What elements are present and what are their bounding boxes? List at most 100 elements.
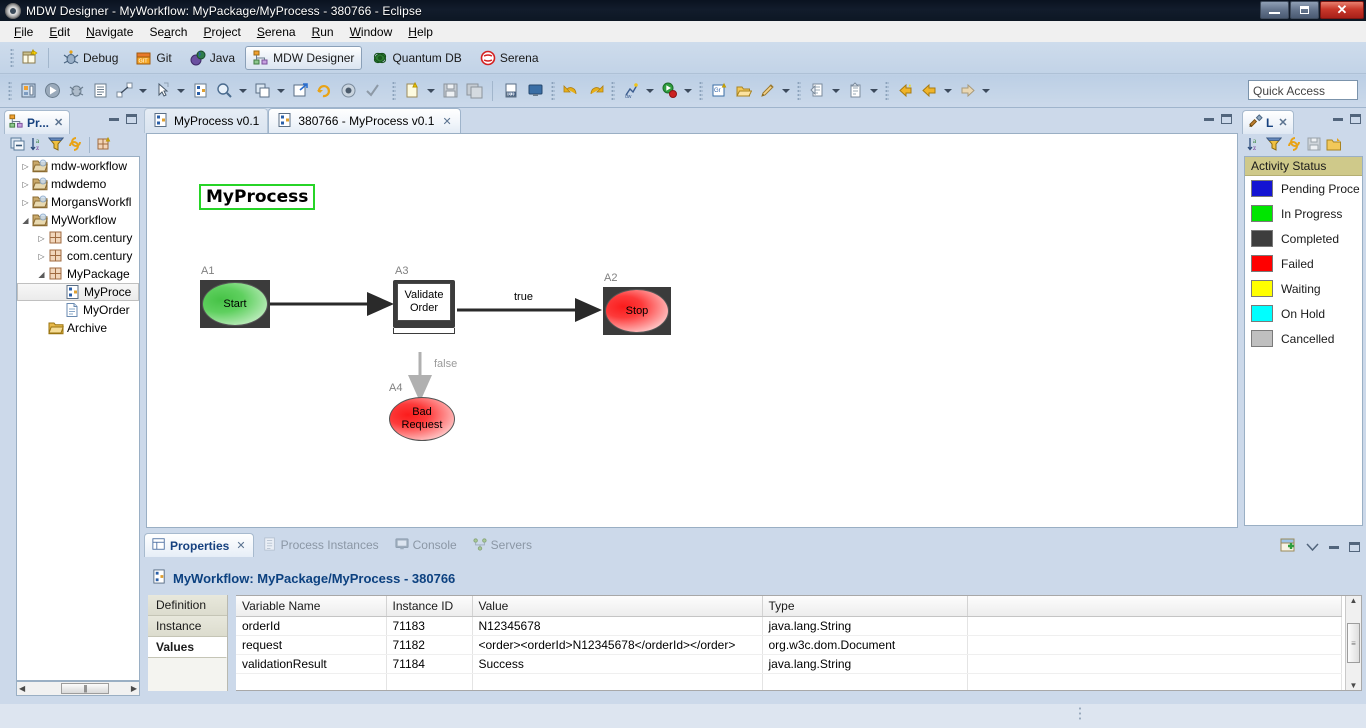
chevron-down-icon[interactable]: ◢ — [19, 216, 32, 225]
perspective-debug[interactable]: Debug — [55, 46, 126, 70]
diagram-canvas[interactable]: MyProcess A1 Start A3 Validate Order A2 … — [146, 133, 1238, 528]
column-header-type[interactable]: Type — [762, 596, 968, 617]
tree-item-mdw-workflow[interactable]: ▷ mdw-workflow — [17, 157, 139, 175]
next-dropdown-arrow[interactable] — [832, 88, 840, 93]
menu-help[interactable]: Help — [400, 23, 441, 41]
chevron-right-icon[interactable]: ▷ — [19, 162, 32, 171]
new-dropdown-arrow[interactable] — [427, 88, 435, 93]
tree-item-mypackage[interactable]: ◢ MyPackage — [17, 265, 139, 283]
quick-access-input[interactable]: Quick Access — [1248, 80, 1358, 100]
close-icon[interactable]: ✕ — [236, 539, 245, 552]
editor-tab-inactive[interactable]: MyProcess v0.1 — [144, 108, 269, 133]
project-tree-hscrollbar[interactable]: ◀ ||| ▶ — [16, 681, 140, 696]
tab-activity-legend[interactable]: L ✕ — [1242, 110, 1294, 134]
open-icon[interactable] — [1326, 136, 1342, 155]
tree-item-com-century[interactable]: ▷ com.century — [17, 229, 139, 247]
refresh-icon[interactable] — [1286, 136, 1302, 155]
minimize-icon[interactable] — [1204, 117, 1214, 121]
new-file-icon[interactable] — [401, 80, 423, 102]
menu-edit[interactable]: Edit — [41, 23, 78, 41]
perspective-java[interactable]: Java — [182, 46, 243, 70]
select-dropdown-arrow[interactable] — [177, 88, 185, 93]
save-all-icon[interactable] — [463, 80, 485, 102]
annotate-dropdown-arrow[interactable] — [782, 88, 790, 93]
forward-dropdown-arrow[interactable] — [982, 88, 990, 93]
collapse-all-icon[interactable] — [10, 136, 26, 155]
print-icon[interactable]: 010 — [500, 80, 522, 102]
scroll-up-icon[interactable]: ▲ — [1350, 596, 1358, 605]
variable-values-grid[interactable]: Variable Name Instance ID Value Type orderI… — [236, 595, 1362, 691]
chevron-right-icon[interactable]: ▷ — [35, 234, 48, 243]
tree-item-myworkflow[interactable]: ◢ MyWorkflow — [17, 211, 139, 229]
close-icon[interactable]: ✕ — [54, 116, 63, 129]
back-icon[interactable] — [918, 80, 940, 102]
export-icon[interactable] — [289, 80, 311, 102]
new-transition-icon[interactable] — [113, 80, 135, 102]
tree-item-myorder[interactable]: MyOrder — [17, 301, 139, 319]
toolbar-grip[interactable] — [10, 47, 14, 68]
copy-view-icon[interactable] — [251, 80, 273, 102]
column-header-instance-id[interactable]: Instance ID — [386, 596, 473, 617]
maximize-icon[interactable] — [1349, 542, 1360, 552]
link-with-editor-icon[interactable] — [67, 136, 83, 155]
new-process-icon[interactable] — [17, 80, 39, 102]
open-perspective-button[interactable] — [19, 47, 41, 69]
filter-icon[interactable] — [1265, 136, 1283, 155]
perspective-serena[interactable]: Serena — [472, 46, 547, 70]
close-icon[interactable]: ✕ — [442, 115, 451, 128]
next-annotation-icon[interactable] — [806, 80, 828, 102]
column-header-blank[interactable] — [967, 596, 1342, 617]
side-tab-values[interactable]: Values — [148, 637, 227, 658]
save-icon[interactable] — [1306, 136, 1322, 155]
copy-dropdown-arrow[interactable] — [277, 88, 285, 93]
profile-icon[interactable]: dw — [620, 80, 642, 102]
perspective-git[interactable]: GIT Git — [128, 46, 179, 70]
run-dropdown-arrow[interactable] — [684, 88, 692, 93]
toolbar-grip-3[interactable] — [392, 80, 396, 101]
run-process-icon[interactable] — [41, 80, 63, 102]
chevron-right-icon[interactable]: ▷ — [19, 180, 32, 189]
minimize-icon[interactable] — [1333, 117, 1343, 121]
zoom-icon[interactable] — [213, 80, 235, 102]
new-package-icon[interactable] — [96, 136, 112, 155]
profile-dropdown-arrow[interactable] — [646, 88, 654, 93]
sort-az-icon[interactable]: az — [29, 136, 45, 155]
node-a3-validate-order[interactable]: Validate Order — [397, 283, 451, 321]
table-row[interactable]: validationResult 71184 Success java.lang.St… — [236, 654, 1342, 674]
menu-project[interactable]: Project — [195, 23, 248, 41]
pin-view-icon[interactable] — [1280, 538, 1296, 556]
maximize-icon[interactable] — [126, 114, 137, 124]
process-definition-icon[interactable] — [189, 80, 211, 102]
redo-icon[interactable] — [584, 80, 606, 102]
prev-dropdown-arrow[interactable] — [870, 88, 878, 93]
chevron-down-icon[interactable]: ◢ — [35, 270, 48, 279]
zoom-dropdown-arrow[interactable] — [239, 88, 247, 93]
toolbar-grip-5[interactable] — [611, 80, 615, 101]
validate-icon[interactable] — [361, 80, 383, 102]
console-toolbar-icon[interactable] — [524, 80, 546, 102]
tree-item-mdwdemo[interactable]: ▷ mdwdemo — [17, 175, 139, 193]
menu-window[interactable]: Window — [342, 23, 401, 41]
toolbar-grip-2[interactable] — [8, 80, 12, 101]
menu-file[interactable]: File — [6, 23, 41, 41]
open-type-icon[interactable] — [732, 80, 754, 102]
maximize-icon[interactable] — [1350, 114, 1361, 124]
groovy-icon[interactable]: Gr — [708, 80, 730, 102]
minimize-icon[interactable] — [1329, 545, 1339, 549]
table-row[interactable]: orderId 71183 N12345678 java.lang.String — [236, 616, 1342, 636]
tree-item-myproce[interactable]: MyProce — [17, 283, 139, 301]
tree-item-morgansworkfl[interactable]: ▷ MorgansWorkfl — [17, 193, 139, 211]
scroll-left-icon[interactable]: ◀ — [17, 684, 27, 693]
prev-annotation-icon[interactable] — [844, 80, 866, 102]
node-a2-stop[interactable]: Stop — [605, 289, 669, 333]
select-tool-icon[interactable] — [151, 80, 173, 102]
scroll-right-icon[interactable]: ▶ — [129, 684, 139, 693]
toolbar-grip-7[interactable] — [797, 80, 801, 101]
column-header-variable-name[interactable]: Variable Name — [236, 596, 387, 617]
back-history-icon[interactable] — [894, 80, 916, 102]
properties-view-icon[interactable] — [89, 80, 111, 102]
node-a4-bad-request[interactable]: Bad Request — [389, 397, 455, 441]
hscroll-thumb[interactable]: ||| — [61, 683, 109, 694]
tab-process-instances[interactable]: Process Instances — [256, 533, 386, 557]
tree-item-com-century[interactable]: ▷ com.century — [17, 247, 139, 265]
